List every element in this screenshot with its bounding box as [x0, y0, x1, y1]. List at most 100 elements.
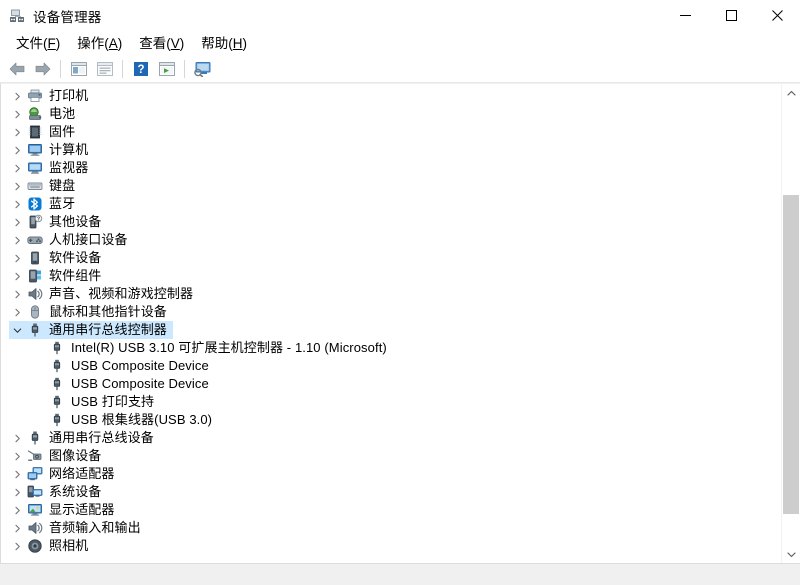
software-component-icon: [25, 267, 45, 285]
expander-collapsed-icon[interactable]: [9, 105, 25, 123]
device-tree-panel: 打印机 电池 固件 计算机 监视器 键盘 蓝牙 ? 其他设备 人机接口设备 软件…: [0, 83, 800, 563]
usb-plug-icon: [47, 357, 67, 375]
software-device-icon: [25, 249, 45, 267]
tree-item-imaging-devices[interactable]: 图像设备: [1, 447, 781, 465]
tree-item-batteries[interactable]: 电池: [1, 105, 781, 123]
tree-item-software-components[interactable]: 软件组件: [1, 267, 781, 285]
expander-collapsed-icon[interactable]: [9, 213, 25, 231]
tree-item-usb-child[interactable]: USB Composite Device: [1, 357, 781, 375]
expander-collapsed-icon[interactable]: [9, 159, 25, 177]
device-manager-window: 设备管理器 文件(F) 操作(A) 查看(V) 帮助(H) ? 打印机 电池 固…: [0, 0, 800, 585]
tree-item-usb-devices[interactable]: 通用串行总线设备: [1, 429, 781, 447]
tree-item-printers[interactable]: 打印机: [1, 87, 781, 105]
tree-item-keyboards[interactable]: 键盘: [1, 177, 781, 195]
scroll-up-icon[interactable]: [782, 84, 800, 102]
tree-item-label: 系统设备: [49, 484, 102, 499]
imaging-icon: [25, 447, 45, 465]
usb-plug-icon: [47, 393, 67, 411]
window-title: 设备管理器: [33, 9, 102, 25]
menu-help[interactable]: 帮助(H): [193, 33, 256, 54]
expander-collapsed-icon[interactable]: [9, 519, 25, 537]
scan-hardware-changes-icon[interactable]: [190, 57, 215, 80]
expander-collapsed-icon[interactable]: [9, 195, 25, 213]
tool-bar: ?: [0, 55, 800, 83]
menu-file[interactable]: 文件(F): [8, 33, 69, 54]
tree-item-monitors[interactable]: 监视器: [1, 159, 781, 177]
tree-item-mice[interactable]: 鼠标和其他指针设备: [1, 303, 781, 321]
tree-item-computer[interactable]: 计算机: [1, 141, 781, 159]
expander-collapsed-icon[interactable]: [9, 285, 25, 303]
expander-collapsed-icon[interactable]: [9, 483, 25, 501]
scrollbar-track[interactable]: [782, 102, 800, 545]
tree-item-usb-controllers[interactable]: 通用串行总线控制器: [1, 321, 781, 339]
expander-collapsed-icon[interactable]: [9, 249, 25, 267]
usb-icon: [25, 429, 45, 447]
expander-collapsed-icon[interactable]: [9, 87, 25, 105]
menu-file-label: 文件: [16, 35, 43, 51]
tree-item-label: 键盘: [49, 178, 76, 193]
tree-item-other-devices[interactable]: ? 其他设备: [1, 213, 781, 231]
scroll-down-icon[interactable]: [782, 545, 800, 563]
tree-item-label: 固件: [49, 124, 76, 139]
expander-expanded-icon[interactable]: [9, 321, 25, 339]
back-arrow-icon[interactable]: [4, 57, 29, 80]
tree-item-firmware[interactable]: 固件: [1, 123, 781, 141]
window-controls: [662, 0, 800, 31]
tree-item-audio-inputs-outputs[interactable]: 音频输入和输出: [1, 519, 781, 537]
tree-item-label: 蓝牙: [49, 196, 76, 211]
expander-collapsed-icon[interactable]: [9, 123, 25, 141]
vertical-scrollbar[interactable]: [781, 84, 800, 563]
usb-icon: [25, 321, 45, 339]
help-icon[interactable]: ?: [128, 57, 153, 80]
camera-icon: [25, 537, 45, 555]
tree-item-label: 网络适配器: [49, 466, 115, 481]
expander-collapsed-icon[interactable]: [9, 429, 25, 447]
menu-view[interactable]: 查看(V): [131, 33, 193, 54]
tree-item-label: USB 根集线器(USB 3.0): [71, 412, 213, 427]
tree-item-system-devices[interactable]: 系统设备: [1, 483, 781, 501]
firmware-icon: [25, 123, 45, 141]
device-tree[interactable]: 打印机 电池 固件 计算机 监视器 键盘 蓝牙 ? 其他设备 人机接口设备 软件…: [1, 84, 781, 563]
tree-item-sound-video-game-controllers[interactable]: 声音、视频和游戏控制器: [1, 285, 781, 303]
expander-collapsed-icon[interactable]: [9, 267, 25, 285]
menu-file-accel: F: [47, 35, 56, 51]
toolbar-separator-2: [122, 59, 123, 78]
toolbar-separator-3: [184, 59, 185, 78]
expander-collapsed-icon[interactable]: [9, 303, 25, 321]
tree-item-software-devices[interactable]: 软件设备: [1, 249, 781, 267]
tree-item-label: 人机接口设备: [49, 232, 128, 247]
device-manager-icon: [9, 7, 26, 24]
tree-item-bluetooth[interactable]: 蓝牙: [1, 195, 781, 213]
expander-collapsed-icon[interactable]: [9, 501, 25, 519]
tree-item-label: 打印机: [49, 88, 89, 103]
usb-plug-icon: [47, 375, 67, 393]
scrollbar-thumb[interactable]: [783, 195, 799, 514]
tree-item-usb-child[interactable]: Intel(R) USB 3.10 可扩展主机控制器 - 1.10 (Micro…: [1, 339, 781, 357]
expander-collapsed-icon[interactable]: [9, 231, 25, 249]
tree-item-usb-child[interactable]: USB Composite Device: [1, 375, 781, 393]
show-hide-console-tree-icon[interactable]: [66, 57, 91, 80]
forward-arrow-icon[interactable]: [30, 57, 55, 80]
tree-item-usb-child[interactable]: USB 根集线器(USB 3.0): [1, 411, 781, 429]
expander-collapsed-icon[interactable]: [9, 141, 25, 159]
expander-collapsed-icon[interactable]: [9, 447, 25, 465]
tree-item-cameras[interactable]: 照相机: [1, 537, 781, 555]
expander-collapsed-icon[interactable]: [9, 465, 25, 483]
tree-item-label: 图像设备: [49, 448, 102, 463]
menu-action-label: 操作: [77, 35, 105, 51]
menu-action[interactable]: 操作(A): [69, 33, 131, 54]
tree-item-network-adapters[interactable]: 网络适配器: [1, 465, 781, 483]
toolbar-separator: [60, 59, 61, 78]
maximize-button[interactable]: [708, 0, 754, 31]
expander-collapsed-icon[interactable]: [9, 537, 25, 555]
update-driver-icon[interactable]: [154, 57, 179, 80]
tree-item-usb-child[interactable]: USB 打印支持: [1, 393, 781, 411]
expander-collapsed-icon[interactable]: [9, 177, 25, 195]
minimize-button[interactable]: [662, 0, 708, 31]
close-button[interactable]: [754, 0, 800, 31]
tree-item-label: USB Composite Device: [71, 376, 209, 391]
tree-item-display-adapters[interactable]: 显示适配器: [1, 501, 781, 519]
tree-item-hid[interactable]: 人机接口设备: [1, 231, 781, 249]
tree-item-label: 电池: [49, 106, 76, 121]
properties-icon[interactable]: [92, 57, 117, 80]
